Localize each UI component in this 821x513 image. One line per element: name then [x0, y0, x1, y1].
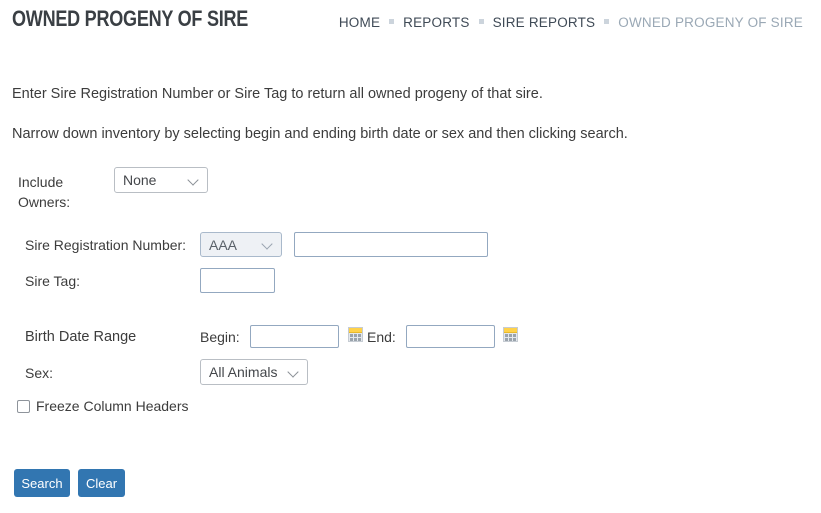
birth-date-end-input[interactable]	[406, 325, 495, 348]
search-form: Include Owners: None Sire Registration N…	[0, 0, 821, 513]
search-button[interactable]: Search	[14, 469, 70, 497]
include-owners-select[interactable]: None	[114, 167, 208, 193]
calendar-icon-begin[interactable]	[348, 327, 363, 342]
birth-date-end-label: End:	[367, 329, 396, 345]
sex-select[interactable]: All Animals	[200, 359, 308, 385]
birth-date-begin-label: Begin:	[200, 329, 240, 345]
calendar-grid	[504, 333, 517, 341]
sire-registration-number-input[interactable]	[294, 232, 488, 257]
include-owners-value: None	[123, 172, 157, 188]
chevron-down-icon	[262, 239, 273, 250]
freeze-column-headers-checkbox[interactable]	[17, 399, 30, 413]
sire-tag-label: Sire Tag:	[25, 273, 80, 289]
chevron-down-icon	[188, 175, 199, 186]
clear-button[interactable]: Clear	[78, 469, 125, 497]
sire-registration-number-label: Sire Registration Number:	[25, 237, 187, 253]
calendar-grid	[349, 333, 362, 341]
include-owners-label: Include Owners:	[18, 174, 71, 210]
chevron-down-icon	[288, 367, 299, 378]
freeze-column-headers-label: Freeze Column Headers	[36, 398, 189, 414]
sire-association-select[interactable]: AAA	[200, 232, 282, 257]
sex-value: All Animals	[209, 364, 278, 380]
sire-tag-input[interactable]	[200, 268, 275, 293]
sire-association-value: AAA	[209, 236, 238, 253]
freeze-column-headers-row[interactable]: Freeze Column Headers	[17, 398, 189, 414]
birth-date-range-label: Birth Date Range	[25, 329, 137, 345]
calendar-icon-end[interactable]	[503, 327, 518, 342]
birth-date-begin-input[interactable]	[250, 325, 339, 348]
sex-label: Sex:	[25, 365, 54, 381]
